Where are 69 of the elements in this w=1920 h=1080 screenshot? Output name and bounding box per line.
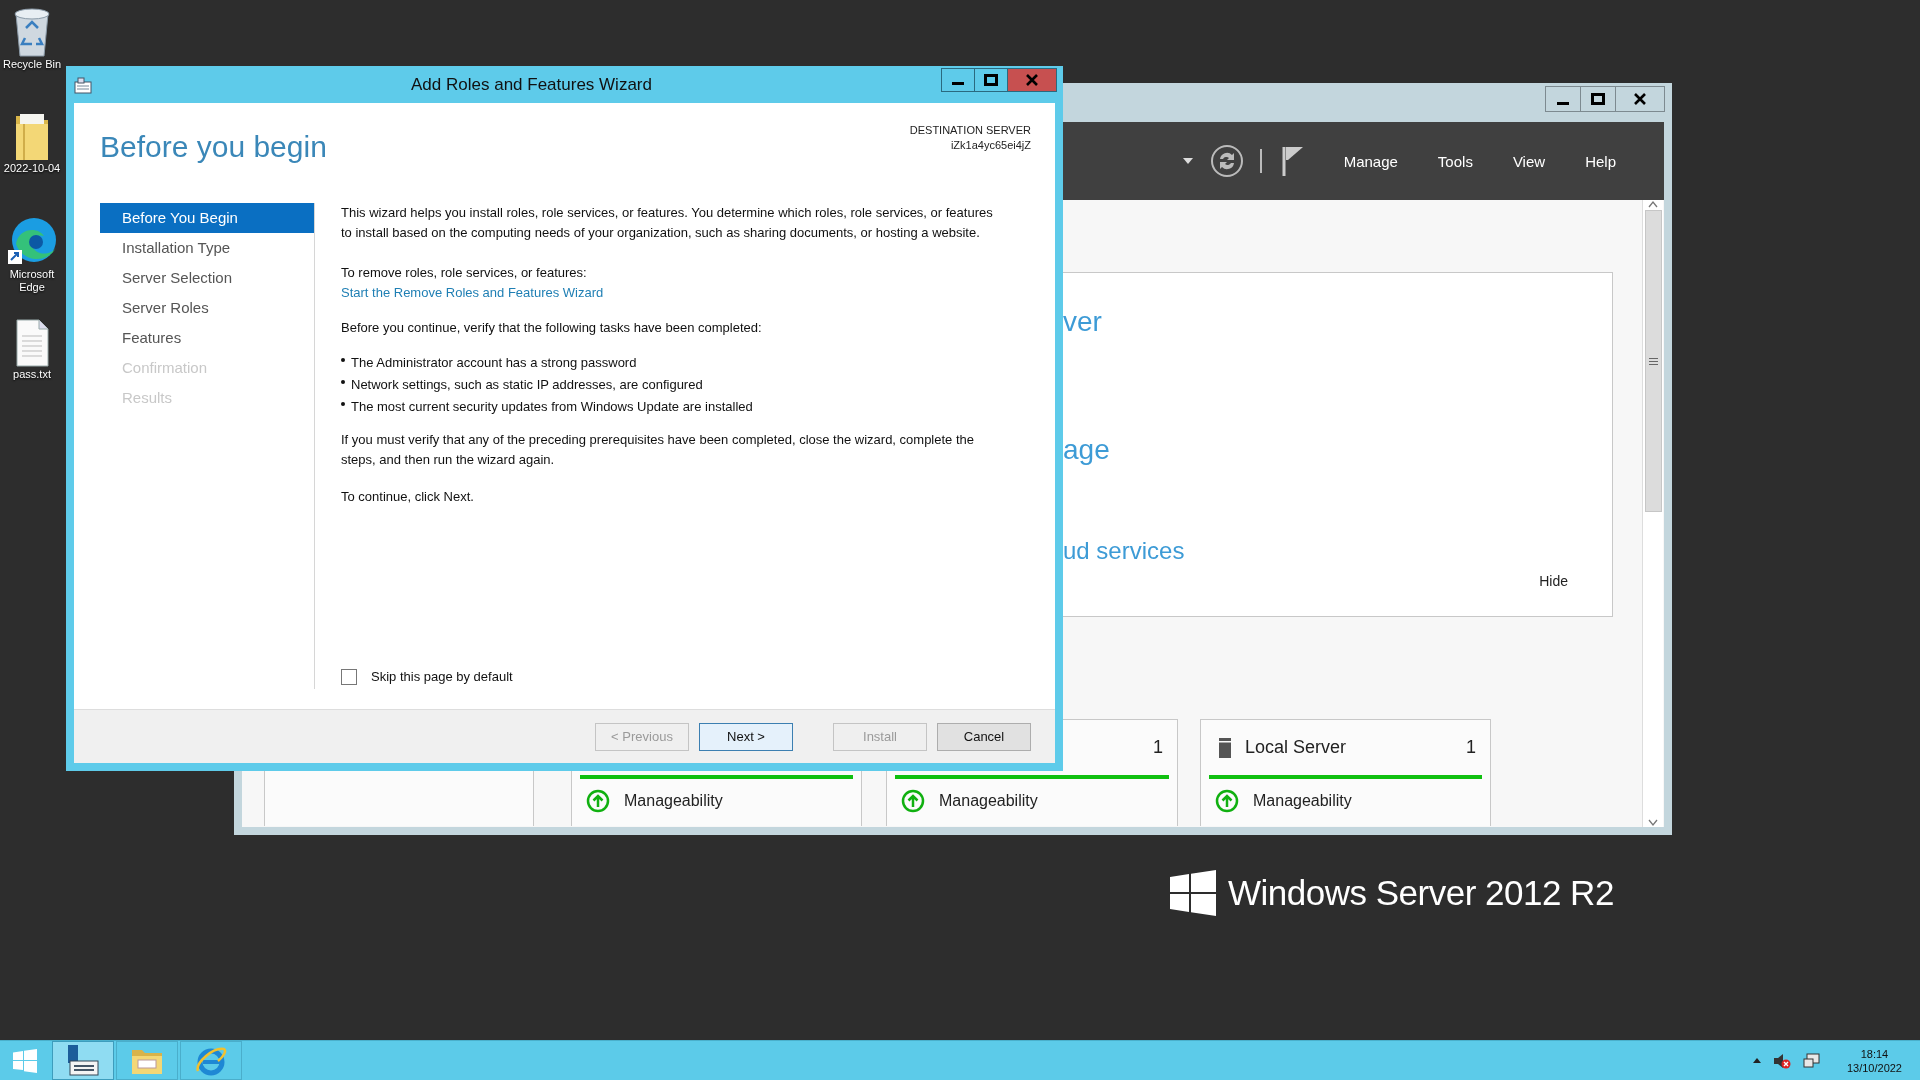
up-arrow-circle-icon bbox=[586, 789, 610, 813]
desktop-icon-label[interactable]: 2022-10-04 bbox=[3, 162, 61, 175]
tile-status[interactable]: Manageability bbox=[624, 792, 723, 810]
desktop-icon-label[interactable]: Microsoft Edge bbox=[1, 268, 63, 294]
windows-logo-icon bbox=[1170, 870, 1216, 916]
window-title: Add Roles and Features Wizard bbox=[410, 74, 653, 95]
menu-item[interactable]: View bbox=[1512, 152, 1546, 170]
grip-icon bbox=[1648, 357, 1658, 365]
windows-logo-icon bbox=[13, 1048, 37, 1073]
wizard-step[interactable]: Features bbox=[100, 323, 314, 353]
minimize-icon bbox=[952, 82, 964, 85]
up-arrow-circle-icon bbox=[1215, 789, 1239, 813]
maximize-icon bbox=[984, 72, 998, 87]
checkbox[interactable] bbox=[341, 669, 357, 685]
wizard-button[interactable]: Cancel bbox=[937, 722, 1031, 751]
close-icon bbox=[1633, 92, 1647, 106]
taskbar-button[interactable] bbox=[52, 1041, 114, 1080]
remove-wizard-link[interactable]: Start the Remove Roles and Features Wizard bbox=[341, 283, 604, 303]
continue-note: To continue, click Next. bbox=[341, 488, 475, 506]
desktop-icon-label[interactable]: pass.txt bbox=[13, 368, 51, 381]
destination-label: DESTINATION SERVER bbox=[909, 123, 1031, 138]
text-file-icon bbox=[14, 318, 50, 368]
bullet-icon bbox=[341, 380, 345, 384]
wizard-step[interactable]: Server Selection bbox=[100, 263, 314, 293]
bullet-icon bbox=[341, 358, 345, 362]
maximize-icon bbox=[1591, 92, 1605, 106]
clock-date[interactable]: 13/10/2022 bbox=[1846, 1060, 1902, 1075]
tile-status[interactable]: Manageability bbox=[939, 792, 1038, 810]
flag-icon[interactable] bbox=[1281, 146, 1304, 176]
menu-item[interactable]: Tools bbox=[1437, 152, 1473, 170]
verify-text: Before you continue, verify that the following tasks have been completed: bbox=[341, 319, 763, 337]
product-name: Windows Server 2012 R2 bbox=[1228, 873, 1614, 913]
hide-link[interactable]: Hide bbox=[1539, 573, 1568, 589]
refresh-icon[interactable] bbox=[1209, 144, 1244, 178]
tile-title[interactable]: Local Server bbox=[1245, 737, 1452, 758]
tile-count: 1 bbox=[1153, 737, 1163, 758]
up-arrow-circle-icon bbox=[901, 789, 925, 813]
tile-count: 1 bbox=[1466, 737, 1476, 758]
prerequisite-note: If you must verify that any of the preceding prerequisites have been completed, close the wizard, complete the steps, and then run the wizard again. bbox=[341, 431, 975, 469]
server-manager-icon bbox=[66, 1044, 100, 1077]
task-item: The most current security updates from Windows Update are installed bbox=[351, 398, 753, 416]
dropdown-caret-icon[interactable] bbox=[1182, 158, 1193, 164]
task-item: The Administrator account has a strong password bbox=[351, 354, 637, 372]
page-heading: Before you begin bbox=[100, 130, 327, 165]
scrollbar[interactable] bbox=[1642, 200, 1663, 827]
scroll-down-icon[interactable] bbox=[1648, 819, 1658, 827]
server-icon bbox=[1219, 737, 1231, 758]
remove-label: To remove roles, role services, or features: bbox=[341, 264, 588, 282]
checkbox-label[interactable]: Skip this page by default bbox=[371, 667, 513, 687]
wizard-button[interactable]: Next > bbox=[699, 722, 793, 751]
intro-text: This wizard helps you install roles, role services, or features. You determine which roles, role services, or features to install based on the computing needs of your organization, such as sharing documents, or hosting a website. bbox=[341, 204, 994, 242]
tile-status[interactable]: Manageability bbox=[1253, 792, 1352, 810]
scroll-up-icon[interactable] bbox=[1648, 200, 1658, 208]
show-hidden-icons-icon[interactable] bbox=[1752, 1058, 1761, 1063]
wizard-step[interactable]: Before You Begin bbox=[100, 203, 314, 233]
muted-speaker-icon[interactable] bbox=[1772, 1052, 1791, 1069]
minimize-icon bbox=[1557, 101, 1569, 105]
wizard-step[interactable]: Installation Type bbox=[100, 233, 314, 263]
wizard-step[interactable]: Server Roles bbox=[100, 293, 314, 323]
destination-server: iZk1a4yc65ei4jZ bbox=[949, 138, 1031, 153]
network-icon[interactable] bbox=[1802, 1052, 1821, 1069]
menu-item[interactable]: Help bbox=[1585, 152, 1616, 170]
desktop-icon-label[interactable]: Recycle Bin bbox=[2, 58, 62, 71]
clock-time[interactable]: 18:14 bbox=[1860, 1046, 1889, 1061]
bullet-icon bbox=[341, 402, 345, 406]
menu-item[interactable]: Manage bbox=[1343, 152, 1398, 170]
wizard-app-icon bbox=[74, 75, 92, 94]
close-icon bbox=[1025, 72, 1039, 87]
task-item: Network settings, such as static IP addresses, are configured bbox=[351, 376, 703, 394]
